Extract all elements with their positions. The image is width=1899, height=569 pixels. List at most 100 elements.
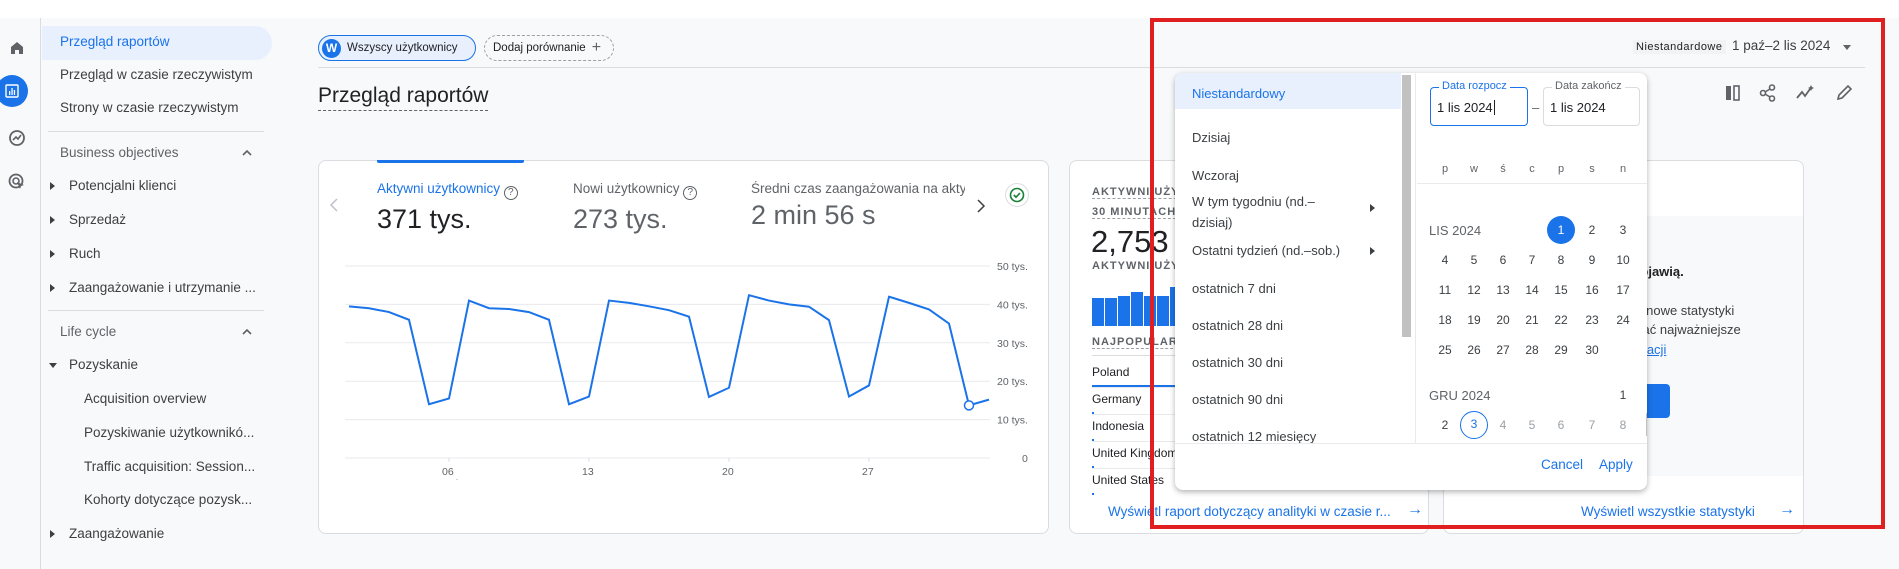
data-point[interactable] <box>467 299 471 303</box>
data-point[interactable] <box>407 318 411 322</box>
highlighted-data-point[interactable] <box>963 400 975 411</box>
data-point[interactable] <box>927 307 931 311</box>
plus-icon: + <box>591 39 602 56</box>
data-point[interactable] <box>607 299 611 303</box>
data-point[interactable] <box>787 302 791 306</box>
data-point[interactable] <box>947 322 951 326</box>
help-icon[interactable]: ? <box>683 186 698 200</box>
realtime-bar[interactable] <box>1131 291 1143 326</box>
data-point[interactable] <box>807 305 811 309</box>
nav-item-realtime-overview[interactable]: Przegląd w czasie rzeczywistym <box>60 67 253 82</box>
data-point[interactable] <box>667 308 671 312</box>
nav-item-leads[interactable]: Potencjalni klienci <box>69 178 176 193</box>
x-month-label: paź <box>442 478 459 480</box>
segment-chip-all-users[interactable]: W Wszyscy użytkownicy <box>318 35 476 61</box>
sidebar-nav: Przegląd raportów Przegląd w czasie rzec… <box>42 18 274 569</box>
metric-label: Aktywni użytkownicy <box>377 181 501 196</box>
section-business-objectives[interactable]: Business objectives <box>60 145 179 160</box>
advertising-icon[interactable] <box>4 169 30 195</box>
expand-arrow-icon[interactable] <box>50 530 55 538</box>
expand-arrow-icon[interactable] <box>50 250 55 258</box>
data-point[interactable] <box>627 301 631 305</box>
data-point[interactable] <box>687 315 691 319</box>
nav-item-traffic[interactable]: Ruch <box>69 246 101 261</box>
nav-subitem[interactable]: Pozyskiwanie użytkownikó... <box>84 425 254 440</box>
country-row[interactable]: Poland <box>1092 365 1129 379</box>
data-point[interactable] <box>587 395 591 399</box>
annotation-highlight-box <box>1150 18 1885 529</box>
expand-arrow-icon[interactable] <box>50 182 55 190</box>
y-tick-label: 0 <box>1022 453 1028 465</box>
data-point[interactable] <box>387 310 391 314</box>
country-row[interactable]: Indonesia <box>1092 419 1144 433</box>
y-tick-label: 30 tys. <box>997 338 1028 350</box>
chevron-left-icon[interactable] <box>329 197 339 213</box>
metric-value: 371 tys. <box>377 204 472 234</box>
data-point[interactable] <box>887 295 891 299</box>
x-tick-label: 20 <box>722 466 734 478</box>
data-point[interactable] <box>487 306 491 310</box>
data-point[interactable] <box>647 304 651 308</box>
data-point[interactable] <box>767 299 771 303</box>
x-tick-label: 13 <box>582 466 594 478</box>
explore-icon[interactable] <box>4 125 30 151</box>
expand-arrow-icon[interactable] <box>50 284 55 292</box>
section-life-cycle[interactable]: Life cycle <box>60 324 116 339</box>
data-point[interactable] <box>707 395 711 399</box>
nav-subitem[interactable]: Traffic acquisition: Session... <box>84 459 255 474</box>
data-point[interactable] <box>547 318 551 322</box>
data-point[interactable] <box>827 318 831 322</box>
icon-rail <box>0 18 41 569</box>
data-point[interactable] <box>367 306 371 310</box>
y-tick-label: 10 tys. <box>997 415 1028 427</box>
data-point[interactable] <box>447 396 451 400</box>
add-comparison-button[interactable]: Dodaj porównanie + <box>484 35 614 61</box>
data-point[interactable] <box>867 383 871 387</box>
data-point[interactable] <box>427 402 431 406</box>
segment-avatar: W <box>322 38 341 58</box>
data-point[interactable] <box>747 293 751 297</box>
reports-icon[interactable] <box>0 75 28 107</box>
chevron-up-icon[interactable] <box>242 149 252 156</box>
data-point[interactable] <box>987 398 991 402</box>
y-tick-label: 40 tys. <box>997 299 1028 311</box>
realtime-bar[interactable] <box>1092 298 1104 326</box>
nav-item-acquisition[interactable]: Pozyskanie <box>69 357 138 372</box>
chevron-up-icon[interactable] <box>242 328 252 335</box>
data-point[interactable] <box>727 386 731 390</box>
top-bar <box>0 0 1899 18</box>
nav-subitem[interactable]: Kohorty dotyczące pozysk... <box>84 492 252 507</box>
chevron-right-icon[interactable] <box>976 198 986 214</box>
metric-value: 273 tys. <box>573 204 668 234</box>
x-tick-label: 06 <box>442 466 454 478</box>
realtime-bar[interactable] <box>1118 295 1130 326</box>
data-point[interactable] <box>847 395 851 399</box>
data-point[interactable] <box>507 307 511 311</box>
metric-tab-active-users[interactable]: Aktywni użytkownicy ? 371 tys. <box>377 181 518 235</box>
collapse-arrow-icon[interactable] <box>49 363 57 368</box>
divider <box>48 310 264 311</box>
metric-tab-engagement-time[interactable]: Średni czas zaangażowania na akty 2 min … <box>751 181 965 231</box>
nav-item-reports-overview[interactable]: Przegląd raportów <box>60 34 170 49</box>
country-share-bar <box>1092 493 1094 495</box>
page-title: Przegląd raportów <box>318 84 489 111</box>
data-point[interactable] <box>527 310 531 314</box>
country-row[interactable]: Germany <box>1092 392 1141 406</box>
status-check-icon[interactable] <box>1005 183 1029 207</box>
nav-item-engagement-retention[interactable]: Zaangażowanie i utrzymanie ... <box>69 280 256 295</box>
metric-value: 2 min 56 s <box>751 200 876 230</box>
help-icon[interactable]: ? <box>503 186 518 200</box>
metric-label: Średni czas zaangażowania na akty <box>751 181 965 196</box>
realtime-bar[interactable] <box>1105 298 1117 326</box>
nav-item-realtime-pages[interactable]: Strony w czasie rzeczywistym <box>60 100 239 115</box>
nav-item-engagement[interactable]: Zaangażowanie <box>69 526 164 541</box>
data-point[interactable] <box>907 301 911 305</box>
expand-arrow-icon[interactable] <box>50 216 55 224</box>
home-icon[interactable] <box>4 35 30 61</box>
nav-subitem[interactable]: Acquisition overview <box>84 391 206 406</box>
divider <box>48 131 264 132</box>
data-point[interactable] <box>347 304 351 308</box>
nav-item-sales[interactable]: Sprzedaż <box>69 212 126 227</box>
data-point[interactable] <box>567 402 571 406</box>
metric-tab-new-users[interactable]: Nowi użytkownicy ? 273 tys. <box>573 181 698 235</box>
